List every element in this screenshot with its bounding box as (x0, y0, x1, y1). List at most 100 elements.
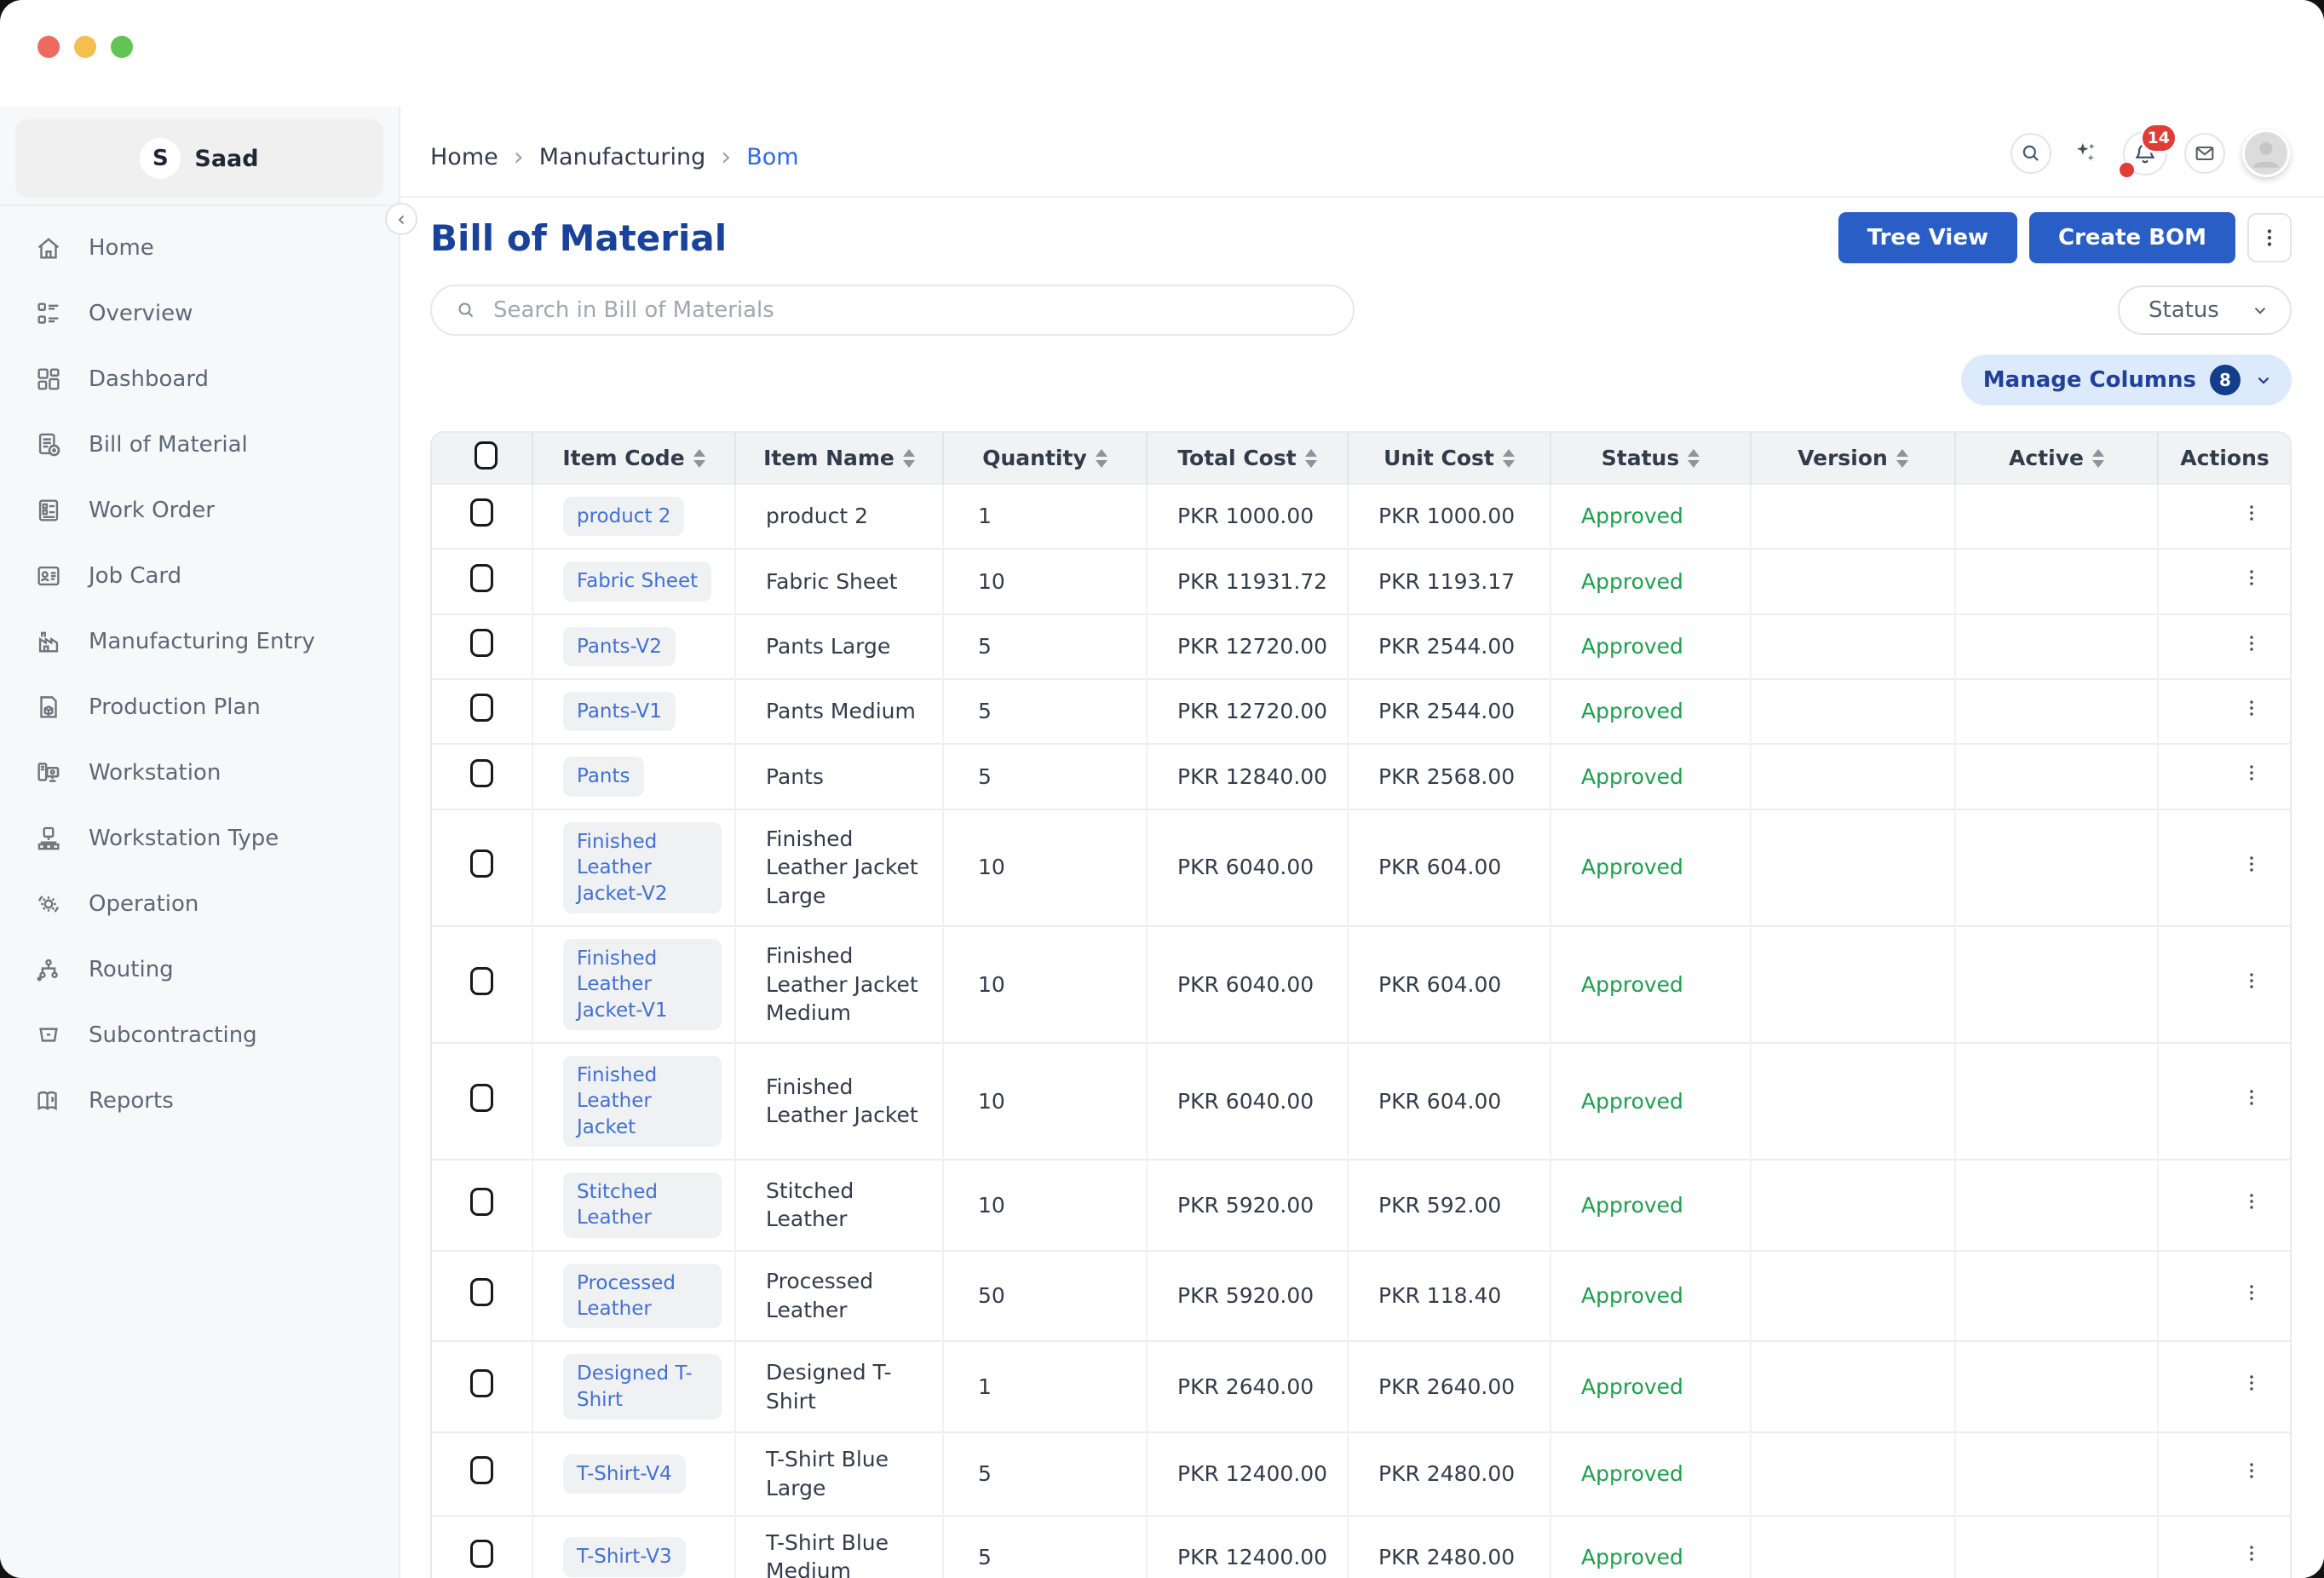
sidebar-item-routing[interactable]: Routing (0, 936, 399, 1002)
select-all-checkbox[interactable] (475, 441, 498, 469)
breadcrumb-bom[interactable]: Bom (746, 144, 798, 170)
column-header-item-code[interactable]: Item Code (532, 433, 736, 484)
sidebar-item-reports[interactable]: Reports (0, 1068, 399, 1133)
zoom-window-icon[interactable] (111, 36, 133, 58)
minimize-window-icon[interactable] (74, 36, 96, 58)
sort-icon[interactable] (693, 448, 705, 468)
sidebar-item-job-card[interactable]: Job Card (0, 543, 399, 608)
item-code-chip[interactable]: T-Shirt-V3 (563, 1537, 686, 1577)
sort-icon[interactable] (902, 448, 915, 468)
column-header-status[interactable]: Status (1550, 433, 1752, 484)
sidebar-item-overview[interactable]: Overview (0, 280, 399, 346)
sidebar-item-home[interactable]: Home (0, 215, 399, 280)
row-actions-button[interactable] (2241, 567, 2262, 589)
column-header-item-name[interactable]: Item Name (735, 433, 944, 484)
row-checkbox[interactable] (470, 1368, 493, 1397)
row-actions-button[interactable] (2241, 1086, 2262, 1109)
row-checkbox[interactable] (470, 694, 493, 723)
item-code-chip[interactable]: Pants (563, 757, 644, 797)
row-checkbox[interactable] (470, 1278, 493, 1307)
version-cell (1751, 924, 1956, 1043)
row-checkbox[interactable] (470, 629, 493, 658)
search-button[interactable] (2010, 133, 2051, 174)
item-code-chip[interactable]: Fabric Sheet (563, 562, 712, 602)
sort-icon[interactable] (1304, 448, 1317, 468)
sidebar-item-production-plan[interactable]: Production Plan (0, 674, 399, 740)
row-actions-button[interactable] (2241, 1281, 2262, 1304)
page-more-options-button[interactable] (2247, 213, 2292, 262)
item-code-chip[interactable]: product 2 (563, 497, 685, 537)
row-actions-button[interactable] (2241, 1460, 2262, 1482)
sort-icon[interactable] (1095, 448, 1107, 468)
sidebar-collapse-button[interactable]: ‹ (385, 203, 417, 235)
column-header-unit-cost[interactable]: Unit Cost (1348, 433, 1551, 484)
row-checkbox[interactable] (470, 1539, 493, 1568)
column-header-quantity[interactable]: Quantity (943, 433, 1148, 484)
row-actions-button[interactable] (2241, 1372, 2262, 1394)
status-filter-label: Status (2149, 297, 2219, 323)
row-actions-button[interactable] (2241, 853, 2262, 875)
row-actions-button[interactable] (2241, 502, 2262, 524)
row-checkbox[interactable] (470, 758, 493, 787)
row-checkbox[interactable] (470, 849, 493, 878)
messages-button[interactable] (2184, 133, 2225, 174)
row-checkbox[interactable] (470, 966, 493, 995)
item-code-chip[interactable]: Processed Leather (563, 1263, 722, 1329)
row-actions-button[interactable] (2241, 762, 2262, 784)
sidebar-item-subcontracting[interactable]: Subcontracting (0, 1002, 399, 1068)
row-actions-button[interactable] (2241, 1190, 2262, 1212)
notifications-button[interactable]: 14 (2120, 123, 2177, 177)
sort-icon[interactable] (2091, 448, 2104, 468)
breadcrumb-home[interactable]: Home (430, 144, 498, 170)
sidebar-item-operation[interactable]: Operation (0, 871, 399, 936)
column-header-total-cost[interactable]: Total Cost (1147, 433, 1349, 484)
row-checkbox[interactable] (470, 1083, 493, 1112)
sidebar-item-work-order[interactable]: Work Order (0, 477, 399, 543)
sidebar-item-manufacturing-entry[interactable]: Manufacturing Entry (0, 608, 399, 674)
item-code-chip[interactable]: T-Shirt-V4 (563, 1454, 686, 1494)
status-filter-dropdown[interactable]: Status (2118, 285, 2292, 335)
manage-columns-dropdown[interactable]: Manage Columns 8 (1960, 354, 2292, 406)
item-code-chip[interactable]: Stitched Leather (563, 1172, 722, 1238)
sort-icon[interactable] (1895, 448, 1908, 468)
item-code-chip[interactable]: Finished Leather Jacket-V2 (563, 821, 722, 913)
row-actions-button[interactable] (2241, 1542, 2262, 1564)
item-code-chip[interactable]: Finished Leather Jacket (563, 1055, 722, 1148)
user-chip[interactable]: S Saad (15, 119, 383, 198)
row-actions-button[interactable] (2241, 697, 2262, 719)
column-header-active[interactable]: Active (1955, 433, 2159, 484)
bom-table: Item Code Item Name Quantity Total Cost Unit… (432, 433, 2290, 1578)
column-header-version[interactable]: Version (1751, 433, 1956, 484)
profile-avatar[interactable] (2242, 130, 2290, 177)
row-checkbox-cell (432, 924, 533, 1043)
column-label: Quantity (982, 446, 1087, 470)
sort-icon[interactable] (1502, 448, 1515, 468)
create-bom-button[interactable]: Create BOM (2029, 212, 2235, 263)
item-code-chip[interactable]: Pants-V1 (563, 692, 676, 732)
item-code-chip[interactable]: Pants-V2 (563, 626, 676, 667)
sidebar-item-workstation-type[interactable]: Workstation Type (0, 805, 399, 871)
item-code-chip[interactable]: Designed T-Shirt (563, 1354, 722, 1420)
item-code-chip[interactable]: Finished Leather Jacket-V1 (563, 938, 722, 1030)
quantity-cell: 10 (943, 548, 1148, 614)
columns-count-badge: 8 (2210, 365, 2241, 395)
row-actions-button[interactable] (2241, 970, 2262, 992)
actions-cell (2158, 743, 2290, 809)
sidebar-item-dashboard[interactable]: Dashboard (0, 346, 399, 412)
sparkles-button[interactable] (2068, 135, 2106, 172)
search-input[interactable] (493, 297, 1329, 323)
sort-icon[interactable] (1688, 448, 1700, 468)
tree-view-button[interactable]: Tree View (1838, 212, 2017, 263)
breadcrumb-manufacturing[interactable]: Manufacturing (539, 144, 706, 170)
sidebar-item-label: Production Plan (89, 694, 261, 720)
row-actions-button[interactable] (2241, 632, 2262, 654)
row-checkbox[interactable] (470, 1456, 493, 1485)
actions-cell (2158, 808, 2290, 926)
row-checkbox[interactable] (470, 563, 493, 592)
row-checkbox[interactable] (470, 498, 493, 527)
row-checkbox[interactable] (470, 1187, 493, 1216)
close-window-icon[interactable] (37, 36, 60, 58)
sidebar-item-workstation[interactable]: Workstation (0, 740, 399, 805)
column-label: Total Cost (1177, 446, 1297, 470)
sidebar-item-bill-of-material[interactable]: Bill of Material (0, 412, 399, 477)
